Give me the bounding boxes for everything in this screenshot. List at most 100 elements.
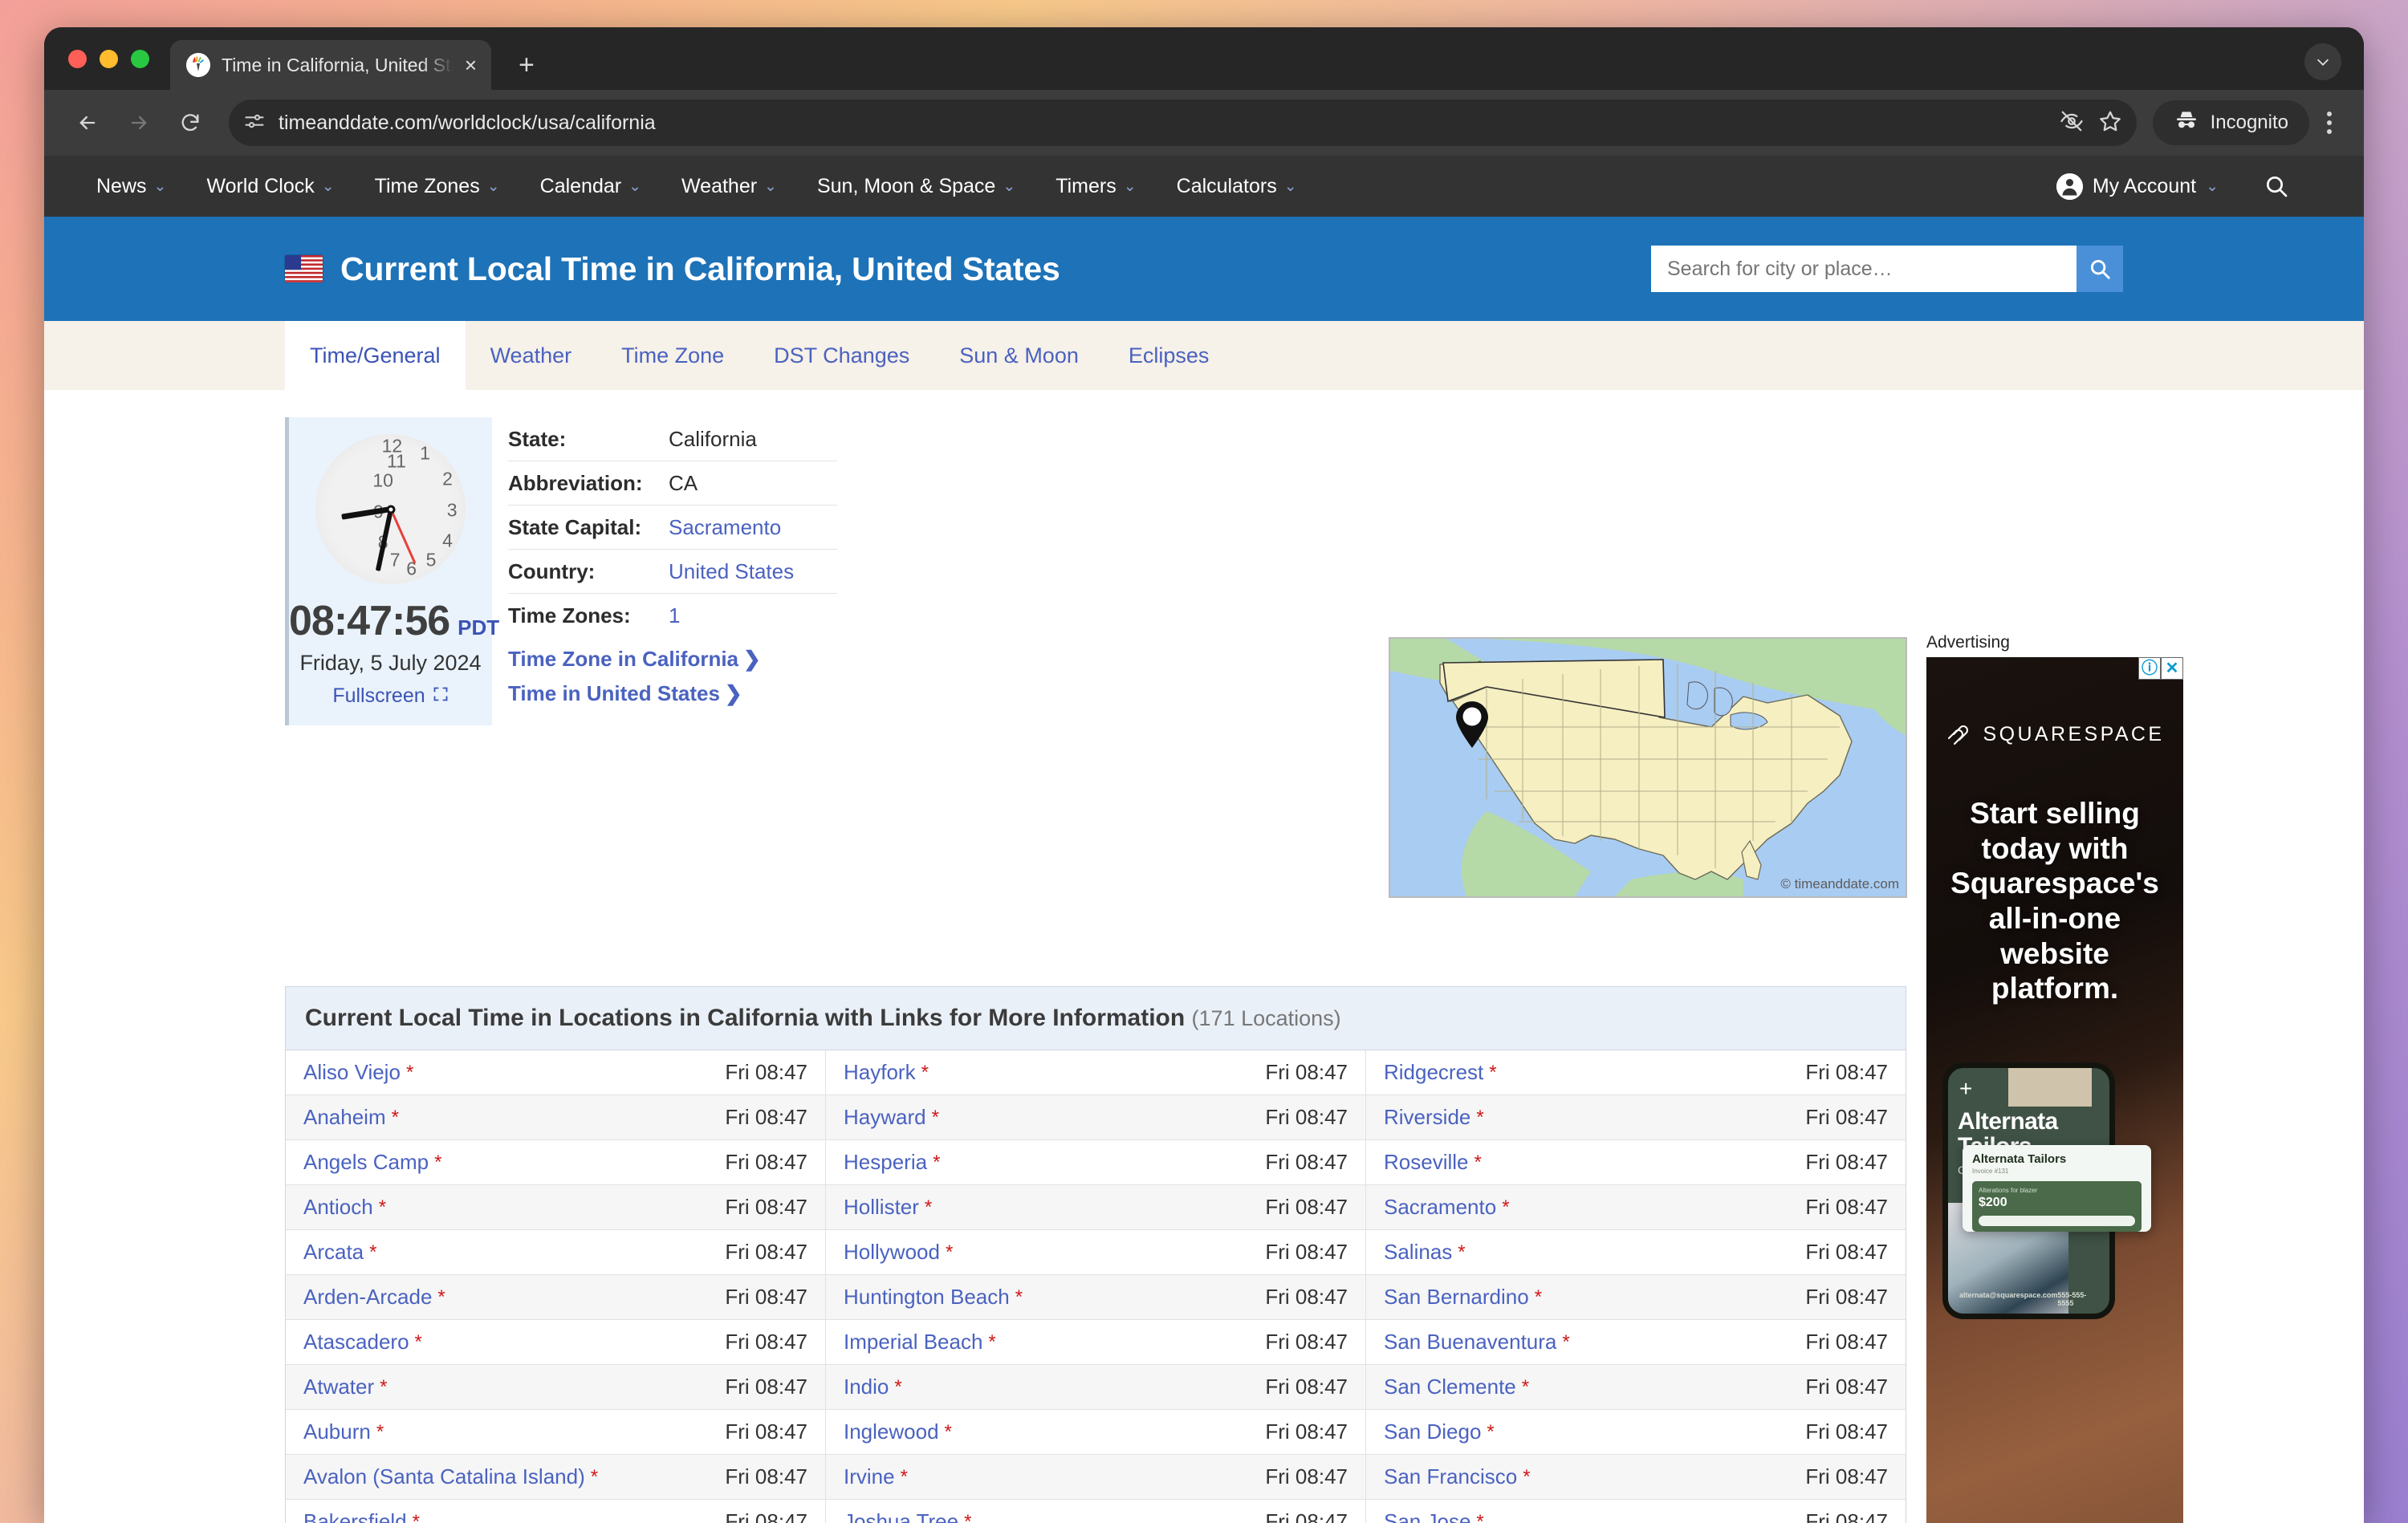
city-link[interactable]: San Francisco [1384, 1464, 1517, 1489]
location-cell: Hayward * Fri 08:47 [826, 1095, 1366, 1139]
nav-item-calendar[interactable]: Calendar ⌄ [520, 175, 661, 198]
nav-item-timers[interactable]: Timers ⌄ [1035, 175, 1156, 198]
nav-label: Calculators [1176, 174, 1277, 197]
my-account-menu[interactable]: My Account ⌄ [2036, 173, 2239, 200]
city-link[interactable]: Inglewood [844, 1419, 939, 1444]
maximize-window-button[interactable] [131, 49, 149, 68]
bookmark-star-icon[interactable] [2098, 109, 2122, 137]
city-time: Fri 08:47 [725, 1509, 807, 1523]
city-link[interactable]: Antioch [303, 1195, 373, 1220]
squarespace-logo: SQUARESPACE [1926, 723, 2183, 746]
city-link[interactable]: Hesperia [844, 1150, 927, 1175]
tab-eclipses[interactable]: Eclipses [1104, 321, 1235, 390]
fullscreen-link[interactable]: Fullscreen [332, 684, 448, 708]
new-tab-icon[interactable]: + [519, 51, 535, 79]
city-link[interactable]: Auburn [303, 1419, 371, 1444]
browser-tab[interactable]: Time in California, United Sta × [170, 40, 491, 90]
time-in-united-states-link[interactable]: Time in United States ❯ [508, 681, 837, 706]
nav-label: Weather [681, 174, 758, 197]
dst-asterisk-icon: * [900, 1465, 908, 1488]
ad-brand: SQUARESPACE [1983, 723, 2165, 745]
locations-table-heading: Current Local Time in Locations in Calif… [286, 987, 1906, 1050]
city-link[interactable]: Arcata [303, 1240, 364, 1265]
nav-label: Time Zones [374, 174, 480, 197]
city-link[interactable]: San Bernardino [1384, 1285, 1529, 1310]
reload-icon[interactable] [168, 100, 213, 145]
city-link[interactable]: Anaheim [303, 1105, 386, 1130]
search-input[interactable] [1651, 246, 2076, 292]
city-link[interactable]: Roseville [1384, 1150, 1469, 1175]
ad-close-icon[interactable]: ✕ [2161, 657, 2183, 680]
time-zone-in-california-link[interactable]: Time Zone in California ❯ [508, 647, 837, 672]
city-link[interactable]: Atascadero [303, 1330, 409, 1354]
advertisement-region: Advertising ⓘ ✕ SQUARESPACE Start sellin… [1926, 633, 2183, 1523]
city-link[interactable]: Arden-Arcade [303, 1285, 432, 1310]
close-tab-icon[interactable]: × [465, 55, 477, 75]
city-link[interactable]: Indio [844, 1375, 889, 1399]
city-link[interactable]: Irvine [844, 1464, 895, 1489]
browser-menu-icon[interactable] [2316, 112, 2343, 134]
city-link[interactable]: Angels Camp [303, 1150, 429, 1175]
city-time: Fri 08:47 [725, 1375, 807, 1399]
tab-weather[interactable]: Weather [466, 321, 597, 390]
tab-sun-moon[interactable]: Sun & Moon [934, 321, 1104, 390]
country-link[interactable]: United States [669, 559, 794, 584]
city-link[interactable]: Huntington Beach [844, 1285, 1010, 1310]
chevron-down-icon: ⌄ [628, 177, 642, 195]
tracking-protection-icon[interactable] [2060, 109, 2084, 137]
city-link[interactable]: Salinas [1384, 1240, 1452, 1265]
info-label: Abbreviation: [508, 471, 643, 495]
nav-item-weather[interactable]: Weather ⌄ [661, 175, 797, 198]
nav-item-world-clock[interactable]: World Clock ⌄ [186, 175, 354, 198]
dst-asterisk-icon: * [414, 1330, 422, 1353]
city-link[interactable]: Atwater [303, 1375, 374, 1399]
city-link[interactable]: San Clemente [1384, 1375, 1516, 1399]
city-time: Fri 08:47 [1265, 1509, 1348, 1523]
forward-icon[interactable] [116, 100, 161, 145]
tab-dst-changes[interactable]: DST Changes [749, 321, 934, 390]
info-value: CA [669, 471, 698, 495]
site-navigation: News ⌄ World Clock ⌄ Time Zones ⌄ Calend… [44, 156, 2364, 217]
city-link[interactable]: Bakersfield [303, 1509, 407, 1523]
address-bar[interactable]: timeanddate.com/worldclock/usa/californi… [229, 100, 2137, 146]
city-link[interactable]: Hollywood [844, 1240, 940, 1265]
city-time: Fri 08:47 [725, 1330, 807, 1354]
city-link[interactable]: Joshua Tree [844, 1509, 958, 1523]
tab-time-zone[interactable]: Time Zone [596, 321, 749, 390]
location-map[interactable]: © timeanddate.com [1389, 637, 1907, 898]
city-link[interactable]: Avalon (Santa Catalina Island) [303, 1464, 585, 1489]
dst-asterisk-icon: * [924, 1196, 933, 1218]
city-link[interactable]: Aliso Viejo [303, 1060, 401, 1085]
city-link[interactable]: Hayfork [844, 1060, 916, 1085]
location-cell: Arcata * Fri 08:47 [286, 1230, 826, 1274]
city-link[interactable]: San Buenaventura [1384, 1330, 1556, 1354]
minimize-window-button[interactable] [100, 49, 118, 68]
search-submit-button[interactable] [2076, 246, 2123, 292]
city-link[interactable]: Sacramento [1384, 1195, 1496, 1220]
back-icon[interactable] [65, 100, 110, 145]
nav-item-news[interactable]: News ⌄ [76, 175, 186, 198]
ad-banner[interactable]: ⓘ ✕ SQUARESPACE Start selling today with… [1926, 657, 2183, 1523]
city-link[interactable]: Hayward [844, 1105, 926, 1130]
site-settings-icon[interactable] [243, 110, 266, 136]
dst-asterisk-icon: * [380, 1375, 388, 1398]
city-link[interactable]: Hollister [844, 1195, 919, 1220]
info-row-abbreviation: Abbreviation: CA [508, 461, 837, 506]
incognito-indicator[interactable]: Incognito [2152, 100, 2309, 145]
city-link[interactable]: San Diego [1384, 1419, 1481, 1444]
tab-time-general[interactable]: Time/General [285, 321, 466, 390]
nav-item-time-zones[interactable]: Time Zones ⌄ [355, 175, 520, 198]
state-capital-link[interactable]: Sacramento [669, 515, 781, 540]
city-link[interactable]: San Jose [1384, 1509, 1470, 1523]
tab-list-chevron-down-icon[interactable] [2304, 43, 2341, 80]
nav-search-icon[interactable] [2243, 173, 2309, 199]
nav-item-calculators[interactable]: Calculators ⌄ [1157, 175, 1317, 198]
nav-item-sun-moon-space[interactable]: Sun, Moon & Space ⌄ [797, 175, 1035, 198]
city-link[interactable]: Ridgecrest [1384, 1060, 1483, 1085]
city-link[interactable]: Imperial Beach [844, 1330, 982, 1354]
city-link[interactable]: Riverside [1384, 1105, 1470, 1130]
ad-info-icon[interactable]: ⓘ [2138, 657, 2161, 680]
page-banner: Current Local Time in California, United… [44, 217, 2364, 321]
close-window-button[interactable] [68, 49, 87, 68]
time-zones-link[interactable]: 1 [669, 603, 680, 628]
